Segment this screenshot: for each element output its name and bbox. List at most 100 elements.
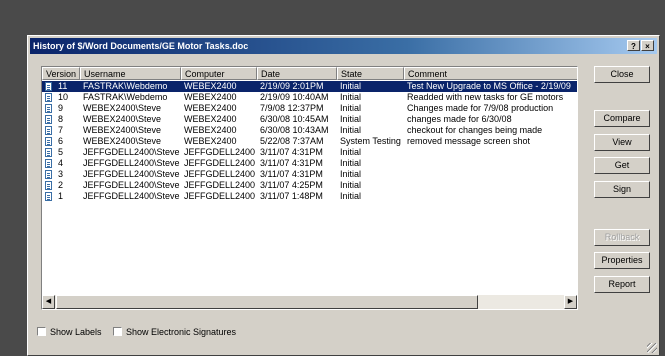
cell-computer: JEFFGDELL2400 <box>184 169 256 179</box>
cell-username: JEFFGDELL2400\Steve <box>83 147 180 157</box>
cell-comment: Test New Upgrade to MS Office - 2/19/09 <box>407 81 571 91</box>
cell-version: 4 <box>58 158 64 168</box>
sign-button[interactable]: Sign <box>594 181 650 198</box>
document-icon <box>45 126 52 135</box>
show-signatures-label: Show Electronic Signatures <box>126 327 237 337</box>
table-row[interactable]: 10 FASTRAK\Webdemo WEBEX2400 2/19/09 10:40A… <box>42 92 577 103</box>
cell-computer: JEFFGDELL2400 <box>184 158 256 168</box>
rollback-button[interactable]: Rollback <box>594 229 650 246</box>
cell-username: FASTRAK\Webdemo <box>83 92 168 102</box>
table-row[interactable]: 4 JEFFGDELL2400\Steve JEFFGDELL2400 3/11/07… <box>42 158 577 169</box>
history-list[interactable]: Version Username Computer Date State Com… <box>41 66 578 310</box>
cell-username: WEBEX2400\Steve <box>83 114 162 124</box>
column-header-state[interactable]: State <box>337 67 404 80</box>
cell-date: 3/11/07 4:31PM <box>260 158 323 168</box>
cell-state: Initial <box>340 180 362 190</box>
document-icon <box>45 82 52 91</box>
get-button[interactable]: Get <box>594 157 650 174</box>
column-header-computer[interactable]: Computer <box>181 67 257 80</box>
cell-comment: checkout for changes being made <box>407 125 543 135</box>
window-title: History of $/Word Documents/GE Motor Tas… <box>33 41 249 51</box>
help-button[interactable]: ? <box>627 40 640 51</box>
cell-comment: removed message screen shot <box>407 136 531 146</box>
table-row[interactable]: 2 JEFFGDELL2400\Steve JEFFGDELL2400 3/11/07… <box>42 180 577 191</box>
cell-computer: WEBEX2400 <box>184 125 237 135</box>
document-icon <box>45 148 52 157</box>
cell-computer: JEFFGDELL2400 <box>184 147 256 157</box>
cell-date: 3/11/07 4:25PM <box>260 180 323 190</box>
compare-button[interactable]: Compare <box>594 110 650 127</box>
cell-date: 3/11/07 4:31PM <box>260 169 323 179</box>
close-window-button[interactable]: × <box>641 40 654 51</box>
cell-comment: Changes made for 7/9/08 production <box>407 103 554 113</box>
cell-state: Initial <box>340 125 362 135</box>
cell-date: 6/30/08 10:45AM <box>260 114 329 124</box>
table-row[interactable]: 6 WEBEX2400\Steve WEBEX2400 5/22/08 7:37AM S… <box>42 136 577 147</box>
scroll-right-arrow-icon[interactable]: ▶ <box>564 295 577 309</box>
table-row[interactable]: 8 WEBEX2400\Steve WEBEX2400 6/30/08 10:45AM… <box>42 114 577 125</box>
document-icon <box>45 181 52 190</box>
cell-comment: changes made for 6/30/08 <box>407 114 512 124</box>
column-header-username[interactable]: Username <box>80 67 181 80</box>
cell-computer: WEBEX2400 <box>184 114 237 124</box>
scroll-thumb[interactable] <box>56 295 478 309</box>
cell-state: Initial <box>340 81 362 91</box>
cell-computer: WEBEX2400 <box>184 103 237 113</box>
cell-username: JEFFGDELL2400\Steve <box>83 191 180 201</box>
scroll-left-arrow-icon[interactable]: ◀ <box>42 295 55 309</box>
cell-computer: WEBEX2400 <box>184 81 237 91</box>
column-header-version[interactable]: Version <box>42 67 80 80</box>
cell-version: 9 <box>58 103 64 113</box>
cell-username: WEBEX2400\Steve <box>83 103 162 113</box>
cell-version: 1 <box>58 191 64 201</box>
close-button[interactable]: Close <box>594 66 650 83</box>
view-button[interactable]: View <box>594 134 650 151</box>
document-icon <box>45 159 52 168</box>
cell-date: 2/19/09 10:40AM <box>260 92 329 102</box>
cell-version: 11 <box>58 81 68 91</box>
table-row[interactable]: 11 FASTRAK\Webdemo WEBEX2400 2/19/09 2:01PM… <box>42 81 577 92</box>
column-header-comment[interactable]: Comment <box>404 67 577 80</box>
cell-version: 8 <box>58 114 64 124</box>
cell-state: Initial <box>340 158 362 168</box>
cell-state: Initial <box>340 147 362 157</box>
title-bar[interactable]: History of $/Word Documents/GE Motor Tas… <box>30 38 657 54</box>
cell-version: 2 <box>58 180 64 190</box>
cell-comment: Readded with new tasks for GE motors <box>407 92 564 102</box>
checkbox-box-icon[interactable] <box>37 327 46 336</box>
cell-date: 6/30/08 10:43AM <box>260 125 329 135</box>
cell-username: JEFFGDELL2400\Steve <box>83 158 180 168</box>
cell-computer: JEFFGDELL2400 <box>184 191 256 201</box>
cell-date: 3/11/07 4:31PM <box>260 147 323 157</box>
properties-button[interactable]: Properties <box>594 252 650 269</box>
table-row[interactable]: 5 JEFFGDELL2400\Steve JEFFGDELL2400 3/11/07… <box>42 147 577 158</box>
table-row[interactable]: 9 WEBEX2400\Steve WEBEX2400 7/9/08 12:37PM I… <box>42 103 577 114</box>
horizontal-scrollbar[interactable]: ◀ ▶ <box>42 295 577 309</box>
history-dialog: History of $/Word Documents/GE Motor Tas… <box>27 35 660 356</box>
resize-grip-icon[interactable] <box>647 343 657 353</box>
cell-state: Initial <box>340 92 362 102</box>
cell-state: Initial <box>340 169 362 179</box>
cell-version: 7 <box>58 125 64 135</box>
column-header-date[interactable]: Date <box>257 67 337 80</box>
cell-username: JEFFGDELL2400\Steve <box>83 180 180 190</box>
document-icon <box>45 192 52 201</box>
table-row[interactable]: 1 JEFFGDELL2400\Steve JEFFGDELL2400 3/11/07… <box>42 191 577 202</box>
document-icon <box>45 104 52 113</box>
document-icon <box>45 115 52 124</box>
cell-version: 10 <box>58 92 69 102</box>
report-button[interactable]: Report <box>594 276 650 293</box>
cell-computer: JEFFGDELL2400 <box>184 180 256 190</box>
document-icon <box>45 170 52 179</box>
cell-state: Initial <box>340 114 362 124</box>
table-row[interactable]: 3 JEFFGDELL2400\Steve JEFFGDELL2400 3/11/07… <box>42 169 577 180</box>
cell-date: 5/22/08 7:37AM <box>260 136 324 146</box>
cell-computer: WEBEX2400 <box>184 136 237 146</box>
cell-date: 2/19/09 2:01PM <box>260 81 324 91</box>
checkbox-box-icon[interactable] <box>113 327 122 336</box>
cell-computer: WEBEX2400 <box>184 92 237 102</box>
cell-username: FASTRAK\Webdemo <box>83 81 168 91</box>
table-row[interactable]: 7 WEBEX2400\Steve WEBEX2400 6/30/08 10:43AM… <box>42 125 577 136</box>
cell-username: WEBEX2400\Steve <box>83 136 162 146</box>
show-labels-label: Show Labels <box>50 327 102 337</box>
